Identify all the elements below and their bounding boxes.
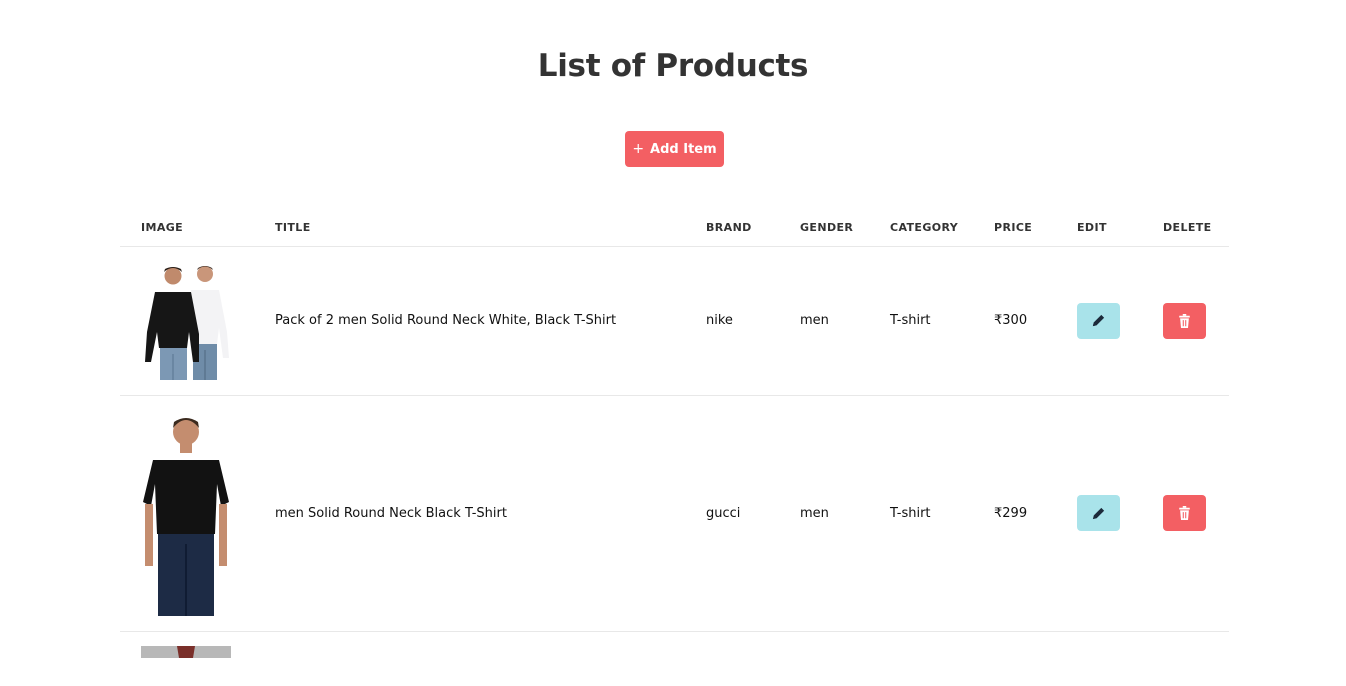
product-brand: gucci bbox=[685, 395, 779, 632]
delete-button[interactable] bbox=[1163, 495, 1206, 531]
product-image-partial bbox=[141, 645, 231, 658]
page-title: List of Products bbox=[537, 48, 809, 84]
column-header-delete: DELETE bbox=[1142, 210, 1229, 247]
product-gender: men bbox=[779, 246, 869, 396]
table-row: Pack of 2 men Solid Round Neck White, Bl… bbox=[120, 246, 1229, 396]
product-gender: men bbox=[779, 395, 869, 632]
column-header-edit: EDIT bbox=[1056, 210, 1142, 247]
column-header-brand: BRAND bbox=[685, 210, 779, 247]
product-brand: nike bbox=[685, 246, 779, 396]
product-price: ₹299 bbox=[973, 395, 1056, 632]
edit-cell bbox=[1056, 395, 1142, 632]
product-price: ₹300 bbox=[973, 246, 1056, 396]
delete-button[interactable] bbox=[1163, 302, 1206, 339]
table-header-row: IMAGE TITLE BRAND GENDER CATEGORY PRICE … bbox=[120, 210, 1229, 247]
edit-cell bbox=[1056, 246, 1142, 396]
delete-cell bbox=[1142, 246, 1229, 396]
column-header-price: PRICE bbox=[973, 210, 1056, 247]
column-header-title: TITLE bbox=[254, 210, 685, 247]
column-header-gender: GENDER bbox=[779, 210, 869, 247]
product-image-black-tshirt bbox=[141, 410, 231, 616]
trash-icon bbox=[1179, 313, 1190, 328]
table-row: men Solid Round Neck Black T-Shirt gucci… bbox=[120, 395, 1229, 632]
add-item-button[interactable]: + Add Item bbox=[625, 131, 724, 167]
table-row bbox=[120, 631, 1229, 686]
product-title: Pack of 2 men Solid Round Neck White, Bl… bbox=[254, 246, 685, 396]
product-category: T-shirt bbox=[869, 395, 973, 632]
column-header-image: IMAGE bbox=[120, 210, 254, 247]
delete-cell bbox=[1142, 395, 1229, 632]
product-image-cell bbox=[120, 246, 254, 396]
product-image-two-tshirts bbox=[141, 261, 231, 380]
trash-icon bbox=[1179, 506, 1190, 520]
pencil-icon bbox=[1092, 507, 1105, 519]
product-image-cell bbox=[120, 395, 254, 632]
product-title: men Solid Round Neck Black T-Shirt bbox=[254, 395, 685, 632]
edit-button[interactable] bbox=[1077, 495, 1120, 531]
edit-button[interactable] bbox=[1077, 302, 1120, 339]
product-category: T-shirt bbox=[869, 246, 973, 396]
pencil-icon bbox=[1092, 314, 1105, 327]
product-image-cell bbox=[120, 631, 254, 686]
add-item-label: Add Item bbox=[650, 141, 717, 157]
products-table: IMAGE TITLE BRAND GENDER CATEGORY PRICE … bbox=[120, 210, 1229, 686]
plus-icon: + bbox=[632, 141, 645, 157]
column-header-category: CATEGORY bbox=[869, 210, 973, 247]
